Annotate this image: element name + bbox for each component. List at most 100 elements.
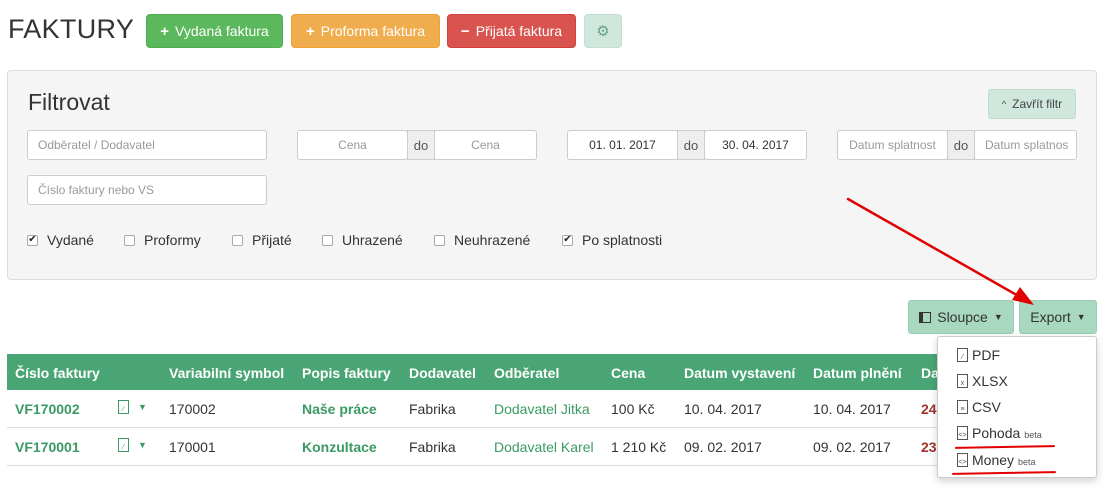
price-to-input[interactable]: Cena <box>434 130 537 160</box>
column-header[interactable]: Popis faktury <box>302 365 391 381</box>
table-row <box>7 428 942 466</box>
new-issued-invoice-label: Vydaná faktura <box>175 23 269 39</box>
date-from-input[interactable]: 01. 01. 2017 <box>567 130 678 160</box>
invoice-description-link[interactable]: Naše práce <box>302 401 377 417</box>
excel-file-icon: x <box>957 374 968 388</box>
export-item-label: CSV <box>972 399 1001 415</box>
settings-button[interactable]: ⚙ <box>584 14 622 48</box>
new-received-invoice-button[interactable]: − Přijatá faktura <box>447 14 576 48</box>
column-header[interactable]: Cena <box>611 365 645 381</box>
price-range-separator: do <box>407 130 435 160</box>
fulfillment-date: 10. 04. 2017 <box>813 401 891 417</box>
export-xlsx-item[interactable]: x XLSX <box>957 373 1008 389</box>
code-file-icon: <> <box>957 453 968 467</box>
table-row <box>7 390 942 428</box>
checkbox-issued[interactable]: ✔ Vydané <box>27 232 94 248</box>
issue-date: 10. 04. 2017 <box>684 401 762 417</box>
close-filter-button[interactable]: ^ Zavřít filtr <box>988 89 1076 119</box>
text-file-icon: ≡ <box>957 400 968 414</box>
variable-symbol: 170002 <box>169 401 216 417</box>
checkbox-unchecked-icon <box>322 234 333 246</box>
checkbox-unpaid[interactable]: Neuhrazené <box>434 232 530 248</box>
due-date-from-input[interactable]: Datum splatnost <box>837 130 948 160</box>
columns-button[interactable]: Sloupce ▼ <box>908 300 1014 334</box>
supplier: Fabrika <box>409 439 456 455</box>
date-range-separator: do <box>677 130 705 160</box>
checkbox-unchecked-icon <box>124 234 135 246</box>
export-item-label: Pohoda <box>972 425 1021 441</box>
export-pdf-item[interactable]: ⁄ PDF <box>957 347 1000 363</box>
checkbox-label: Přijaté <box>252 232 292 248</box>
chevron-up-icon: ^ <box>1001 99 1007 109</box>
invoice-number-input[interactable]: Číslo faktury nebo VS <box>27 175 267 205</box>
checkbox-proforma[interactable]: Proformy <box>124 232 201 248</box>
new-received-invoice-label: Přijatá faktura <box>475 23 563 39</box>
checkbox-label: Uhrazené <box>342 232 403 248</box>
pdf-actions[interactable]: ⁄ ▼ <box>118 400 147 414</box>
close-filter-label: Zavřít filtr <box>1012 97 1063 111</box>
checkbox-overdue[interactable]: ✔ Po splatnosti <box>562 232 662 248</box>
export-item-label: XLSX <box>972 373 1008 389</box>
export-csv-item[interactable]: ≡ CSV <box>957 399 1001 415</box>
caret-down-icon[interactable]: ▼ <box>138 402 147 412</box>
invoice-description-link[interactable]: Konzultace <box>302 439 377 455</box>
code-file-icon: <> <box>957 426 968 440</box>
minus-icon: − <box>460 22 470 40</box>
checkbox-unchecked-icon <box>232 234 243 246</box>
caret-down-icon: ▼ <box>993 312 1003 322</box>
export-pohoda-item[interactable]: <> Pohoda beta <box>957 425 1042 441</box>
new-proforma-invoice-button[interactable]: + Proforma faktura <box>291 14 440 48</box>
column-header[interactable]: Dodavatel <box>409 365 476 381</box>
price: 1 210 Kč <box>611 439 667 455</box>
customer-supplier-input[interactable]: Odběratel / Dodavatel <box>27 130 267 160</box>
checkbox-label: Vydané <box>47 232 94 248</box>
checkbox-unchecked-icon <box>434 234 445 246</box>
export-money-item[interactable]: <> Money beta <box>957 452 1036 468</box>
columns-label: Sloupce <box>937 309 988 325</box>
pdf-actions[interactable]: ⁄ ▼ <box>118 438 147 452</box>
checkbox-paid[interactable]: Uhrazené <box>322 232 403 248</box>
date-to-input[interactable]: 30. 04. 2017 <box>704 130 807 160</box>
plus-icon: + <box>160 22 170 40</box>
customer-link[interactable]: Dodavatel Karel <box>494 439 594 455</box>
checkbox-label: Proformy <box>144 232 201 248</box>
checkbox-received[interactable]: Přijaté <box>232 232 292 248</box>
column-header[interactable]: Variabilní symbol <box>169 365 284 381</box>
beta-badge: beta <box>1024 429 1042 440</box>
issue-date: 09. 02. 2017 <box>684 439 762 455</box>
caret-down-icon[interactable]: ▼ <box>138 440 147 450</box>
caret-down-icon: ▼ <box>1076 312 1086 322</box>
page-title: FAKTURY <box>8 14 135 44</box>
invoice-number-link[interactable]: VF170001 <box>15 439 80 455</box>
export-item-label: PDF <box>972 347 1000 363</box>
columns-icon <box>919 311 932 323</box>
new-proforma-invoice-label: Proforma faktura <box>320 23 426 39</box>
pdf-file-icon[interactable]: ⁄ <box>118 400 129 414</box>
checkbox-checked-icon: ✔ <box>562 234 573 246</box>
pdf-file-icon[interactable]: ⁄ <box>118 438 129 452</box>
export-button[interactable]: Export ▼ <box>1019 300 1097 334</box>
pdf-file-icon: ⁄ <box>957 348 968 362</box>
column-header[interactable]: Odběratel <box>494 365 559 381</box>
column-header[interactable]: Datum plnění <box>813 365 902 381</box>
due-date-to-input[interactable]: Datum splatnos <box>974 130 1077 160</box>
variable-symbol: 170001 <box>169 439 216 455</box>
checkbox-label: Po splatnosti <box>582 232 663 248</box>
due-date-range-separator: do <box>947 130 975 160</box>
gear-icon: ⚙ <box>596 23 610 40</box>
invoice-number-link[interactable]: VF170002 <box>15 401 80 417</box>
checkbox-label: Neuhrazené <box>454 232 531 248</box>
new-issued-invoice-button[interactable]: + Vydaná faktura <box>146 14 283 48</box>
export-item-label: Money <box>972 452 1015 468</box>
price-from-input[interactable]: Cena <box>297 130 408 160</box>
column-header[interactable]: Datum vystavení <box>684 365 795 381</box>
plus-icon: + <box>305 22 315 40</box>
price: 100 Kč <box>611 401 655 417</box>
beta-badge: beta <box>1018 456 1036 467</box>
export-label: Export <box>1030 309 1071 325</box>
checkbox-checked-icon: ✔ <box>27 234 38 246</box>
fulfillment-date: 09. 02. 2017 <box>813 439 891 455</box>
column-header[interactable]: Číslo faktury <box>15 365 100 381</box>
supplier: Fabrika <box>409 401 456 417</box>
customer-link[interactable]: Dodavatel Jitka <box>494 401 590 417</box>
